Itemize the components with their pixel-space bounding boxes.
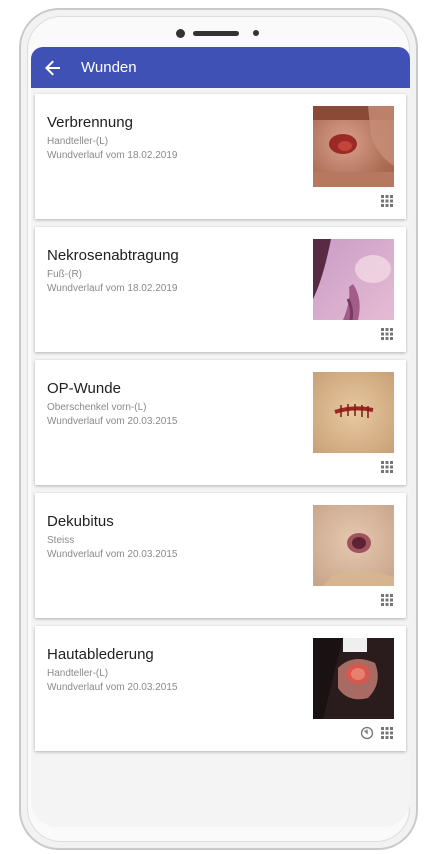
- wound-history-date: Wundverlauf vom 20.03.2015: [47, 682, 178, 693]
- speaker-grille: [193, 31, 239, 36]
- page-title: Wunden: [81, 59, 137, 76]
- screen: Wunden Verbrennung Handteller-(L) Wundve…: [31, 47, 410, 827]
- wound-card[interactable]: Hautablederung Handteller-(L) Wundverlau…: [35, 626, 406, 751]
- grid-icon[interactable]: [380, 726, 394, 740]
- wound-history-date: Wundverlauf vom 20.03.2015: [47, 416, 178, 427]
- wound-title: Nekrosenabtragung: [47, 247, 179, 264]
- wound-photo[interactable]: [313, 239, 394, 320]
- sensor-dot: [253, 30, 259, 36]
- wound-card[interactable]: OP-Wunde Oberschenkel vorn-(L) Wundverla…: [35, 360, 406, 485]
- front-camera: [176, 29, 185, 38]
- wound-history-date: Wundverlauf vom 20.03.2015: [47, 549, 178, 560]
- app-bar: Wunden: [31, 47, 410, 88]
- grid-icon[interactable]: [380, 327, 394, 341]
- grid-icon[interactable]: [380, 194, 394, 208]
- wound-history-date: Wundverlauf vom 18.02.2019: [47, 283, 178, 294]
- wound-photo[interactable]: [313, 638, 394, 719]
- wound-photo[interactable]: [313, 372, 394, 453]
- wound-title: Hautablederung: [47, 646, 154, 663]
- wound-card[interactable]: Verbrennung Handteller-(L) Wundverlauf v…: [35, 94, 406, 219]
- wound-history-date: Wundverlauf vom 18.02.2019: [47, 150, 178, 161]
- wound-location: Fuß-(R): [47, 269, 82, 280]
- wound-photo[interactable]: [313, 505, 394, 586]
- wound-title: OP-Wunde: [47, 380, 121, 397]
- wound-location: Handteller-(L): [47, 668, 109, 679]
- wound-location: Handteller-(L): [47, 136, 109, 147]
- grid-icon[interactable]: [380, 460, 394, 474]
- wound-photo[interactable]: [313, 106, 394, 187]
- arrow-left-icon: [45, 60, 60, 75]
- wound-location: Steiss: [47, 535, 75, 546]
- grid-icon[interactable]: [380, 593, 394, 607]
- wound-card[interactable]: Nekrosenabtragung Fuß-(R) Wundverlauf vo…: [35, 227, 406, 352]
- wound-title: Verbrennung: [47, 114, 133, 131]
- wound-list: Verbrennung Handteller-(L) Wundverlauf v…: [31, 88, 410, 827]
- wound-location: Oberschenkel vorn-(L): [47, 402, 147, 413]
- timer-icon[interactable]: [360, 726, 374, 740]
- wound-card[interactable]: Dekubitus Steiss Wundverlauf vom 20.03.2…: [35, 493, 406, 618]
- wound-title: Dekubitus: [47, 513, 114, 530]
- back-button[interactable]: [35, 47, 71, 88]
